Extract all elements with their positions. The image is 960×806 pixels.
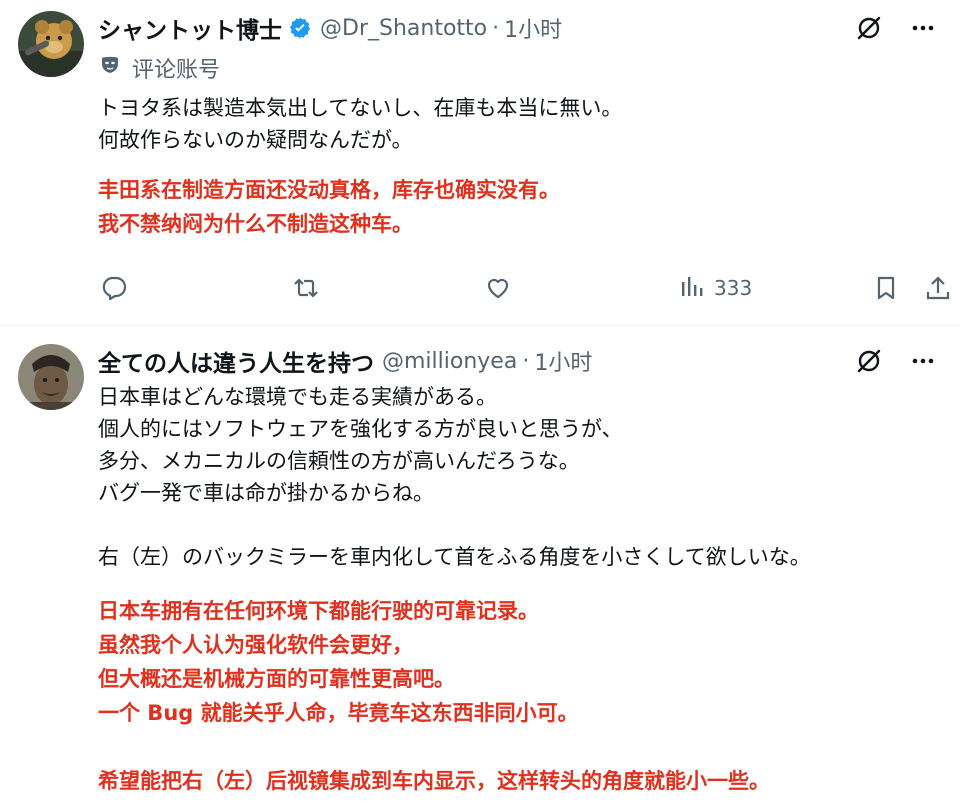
translation-text: 丰田系在制造方面还没动真格，库存也确实没有。 我不禁纳闷为什么不制造这种车。 [98,173,940,241]
verified-badge-icon [288,16,312,40]
retweet-icon[interactable] [292,270,320,306]
translation-line: 希望能把右（左）后视镜集成到车内显示，这样转头的角度就能小一些。 [98,769,770,793]
grok-icon[interactable] [852,344,886,378]
separator-dot: · [492,15,500,41]
reply-icon[interactable] [100,270,128,306]
header-actions [852,344,940,378]
share-icon[interactable] [924,270,952,306]
tweet-text-line: 右（左）のバックミラーを車内化して首をふる角度を小さくして欲しいな。 [98,545,811,569]
translation-line: 我不禁纳闷为什么不制造这种车。 [98,212,413,236]
avatar[interactable] [18,11,84,77]
bookmark-icon[interactable] [872,270,900,306]
views-icon [678,272,706,304]
tweet-header: シャントット博士 @Dr_Shantotto · 1小时 [98,11,940,45]
timestamp[interactable]: 1小时 [504,12,562,44]
translation-text: 日本车拥有在任何环境下都能行驶的可靠记录。 虽然我个人认为强化软件会更好， 但大… [98,594,940,798]
action-bar: 333 [98,270,950,306]
tweet-text: 日本車はどんな環境でも走る実績がある。 個人的にはソフトウェアを強化する方が良い… [98,381,940,573]
tweet-divider [0,325,960,326]
tweet-header: 全ての人は違う人生を持つ @millionyea · 1小时 [98,344,940,378]
tweet-text-line: バグ一発で車は命が掛かるからね。 [98,481,434,505]
translation-line: 丰田系在制造方面还没动真格，库存也确实没有。 [98,178,560,202]
account-label: 评论账号 [98,52,220,84]
mask-icon [98,53,122,83]
tweet-text-line: 何故作らないのか疑問なんだが。 [98,128,413,152]
tweet-text-line: 日本車はどんな環境でも走る実績がある。 [98,385,497,409]
tweet-text-line: トヨタ系は製造本気出してないし、在庫も本当に無い。 [98,96,623,120]
more-icon[interactable] [906,11,940,45]
more-icon[interactable] [906,344,940,378]
translation-line: 一个 Bug 就能关乎人命，毕竟车这东西非同小可。 [98,701,579,725]
display-name[interactable]: シャントット博士 [98,11,282,45]
user-handle[interactable]: @Dr_Shantotto [320,16,487,41]
translation-line: 但大概还是机械方面的可靠性更高吧。 [98,667,455,691]
separator-dot: · [522,348,530,374]
tweet-text: トヨタ系は製造本気出してないし、在庫も本当に無い。 何故作らないのか疑問なんだが… [98,92,940,156]
views-count: 333 [714,276,753,300]
views-button[interactable]: 333 [678,270,752,306]
user-handle[interactable]: @millionyea [382,349,517,374]
translation-line: 日本车拥有在任何环境下都能行驶的可靠记录。 [98,599,539,623]
tweet[interactable]: シャントット博士 @Dr_Shantotto · 1小时 评论账号 トヨタ系は製… [0,0,960,326]
tweet-text-line: 個人的にはソフトウェアを強化する方が良いと思うが、 [98,417,623,441]
header-actions [852,11,940,45]
tweet-text-line: 多分、メカニカルの信頼性の方が高いんだろうな。 [98,449,580,473]
account-label-text: 评论账号 [132,58,221,83]
display-name[interactable]: 全ての人は違う人生を持つ [98,344,374,378]
grok-icon[interactable] [852,11,886,45]
avatar[interactable] [18,344,84,410]
like-icon[interactable] [484,270,512,306]
translation-line: 虽然我个人认为强化软件会更好， [98,633,413,657]
timestamp[interactable]: 1小时 [534,345,592,377]
